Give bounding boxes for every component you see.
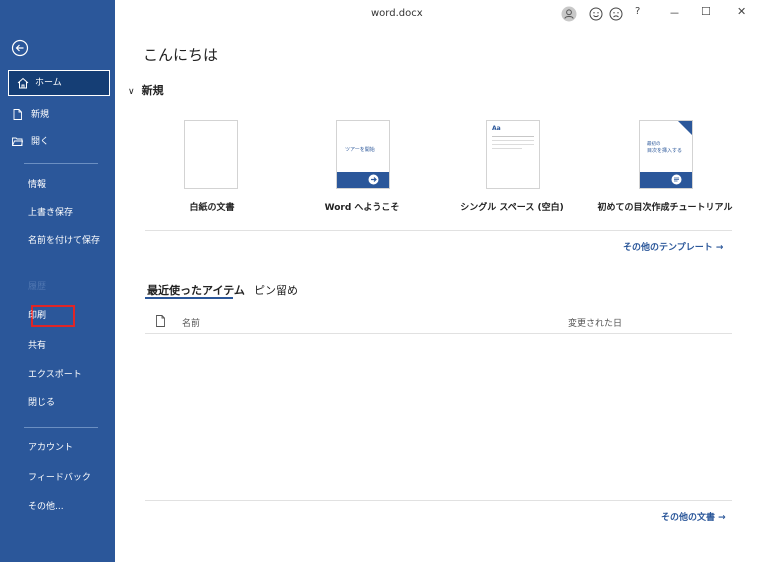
sidebar-divider <box>24 427 98 428</box>
chevron-down-icon: ∨ <box>128 87 135 97</box>
thumb-line <box>492 144 534 145</box>
template-caption: 白紙の文書 <box>189 203 235 213</box>
thumb-text: 目次を挿入する <box>647 148 683 154</box>
toc-insert-icon <box>671 174 682 185</box>
header-divider <box>145 333 732 334</box>
thumb-band <box>640 172 692 188</box>
template-single-spaced[interactable]: Aa <box>486 120 540 189</box>
page-title: こんにちは <box>143 46 219 64</box>
sidebar-item-label: 開く <box>31 137 50 147</box>
sidebar-item-save-as[interactable]: 名前を付けて保存 <box>28 236 100 260</box>
sidebar-item-close[interactable]: 閉じる <box>28 392 55 414</box>
more-documents-link[interactable]: その他の文書 → <box>661 510 726 523</box>
template-welcome[interactable]: ツアーを開始 <box>336 120 390 189</box>
template-caption: Word へようこそ <box>324 203 400 213</box>
sidebar-divider <box>24 163 98 164</box>
template-caption: 初めての目次作成チュートリアル <box>597 203 733 213</box>
sidebar-item-more[interactable]: その他... <box>28 496 64 518</box>
folder-icon <box>12 137 23 146</box>
sidebar-item-open[interactable]: 開く <box>12 131 49 153</box>
thumb-text: ツアーを開始 <box>345 147 375 153</box>
sidebar-item-info[interactable]: 情報 <box>28 174 46 196</box>
home-icon <box>17 77 29 89</box>
footer-divider <box>145 500 732 501</box>
sidebar-item-save[interactable]: 上書き保存 <box>28 202 73 224</box>
sidebar-item-share[interactable]: 共有 <box>28 335 46 357</box>
arrow-right-circle-icon <box>368 174 379 185</box>
column-header-name[interactable]: 名前 <box>182 316 200 329</box>
minimize-button[interactable]: － <box>669 5 680 21</box>
account-avatar-icon[interactable] <box>561 6 577 22</box>
section-divider <box>145 230 732 231</box>
sidebar-item-new[interactable]: 新規 <box>12 104 49 126</box>
sidebar-item-label: 新規 <box>31 110 50 120</box>
sidebar-item-account[interactable]: アカウント <box>28 437 73 459</box>
window-title: word.docx <box>371 8 423 19</box>
maximize-button[interactable]: ☐ <box>701 5 711 18</box>
new-section-header[interactable]: ∨ 新規 <box>128 82 164 98</box>
tab-pinned[interactable]: ピン留め <box>254 282 298 298</box>
thumb-text: Aa <box>492 125 501 132</box>
active-tab-indicator <box>145 297 233 299</box>
template-blank[interactable] <box>184 120 238 189</box>
template-caption: シングル スペース (空白) <box>460 203 564 213</box>
new-doc-icon <box>13 109 22 120</box>
sidebar-item-history: 履歴 <box>28 282 47 292</box>
sidebar-item-feedback[interactable]: フィードバック <box>28 467 91 489</box>
thumb-band <box>337 172 389 188</box>
template-thumbnail: 最初の 目次を挿入する <box>639 120 693 189</box>
column-header-modified[interactable]: 変更された日 <box>568 316 622 329</box>
frown-feedback-icon[interactable] <box>608 6 624 22</box>
corner-ribbon-icon <box>678 121 692 135</box>
thumb-line <box>492 136 534 137</box>
close-button[interactable]: ✕ <box>737 5 746 18</box>
sidebar-item-export[interactable]: エクスポート <box>28 364 82 386</box>
sidebar-item-label: ホーム <box>35 78 62 88</box>
template-toc-tutorial[interactable]: 最初の 目次を挿入する <box>639 120 693 189</box>
template-thumbnail: Aa <box>486 120 540 189</box>
title-bar: word.docx ? － ☐ ✕ <box>115 0 765 30</box>
thumb-line <box>492 148 522 149</box>
new-section-label: 新規 <box>141 84 164 97</box>
more-templates-link[interactable]: その他のテンプレート → <box>623 240 723 253</box>
template-thumbnail <box>184 120 238 189</box>
tab-recent[interactable]: 最近使ったアイテム <box>147 282 245 298</box>
help-button[interactable]: ? <box>635 6 640 17</box>
template-thumbnail: ツアーを開始 <box>336 120 390 189</box>
sidebar-item-home[interactable]: ホーム <box>8 70 110 96</box>
sidebar-item-print[interactable]: 印刷 <box>28 305 46 327</box>
smile-feedback-icon[interactable] <box>588 6 604 22</box>
backstage-sidebar: ホーム 新規 開く 情報 上書き保存 名前を付けて保存 履歴 印刷 共有 エクス… <box>0 0 115 562</box>
thumb-line <box>492 140 534 141</box>
back-arrow-icon[interactable] <box>7 35 33 61</box>
document-icon <box>156 315 165 327</box>
